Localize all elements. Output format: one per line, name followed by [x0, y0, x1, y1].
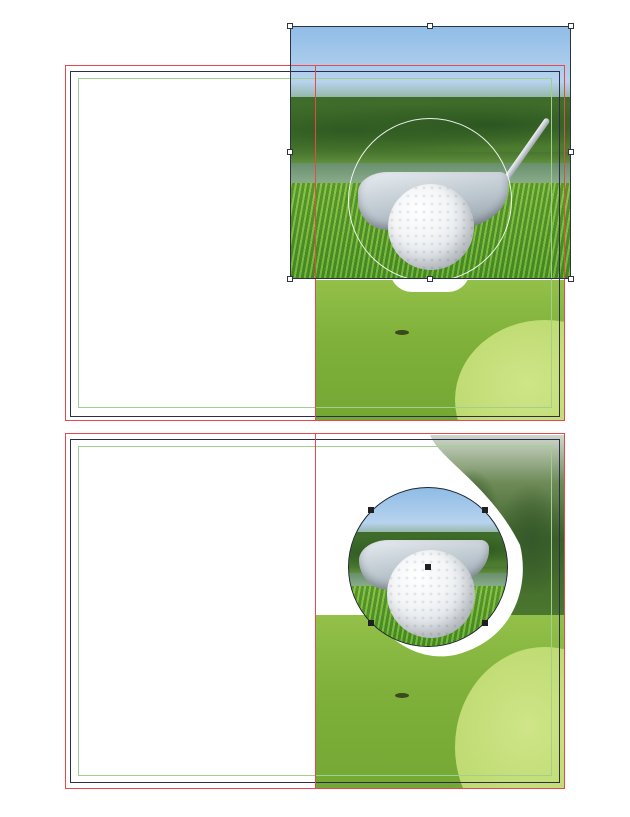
spread-bottom — [0, 425, 630, 817]
selection-handle-icon[interactable] — [482, 620, 488, 626]
selection-frame-top[interactable] — [290, 26, 571, 279]
selection-handle-icon[interactable] — [287, 149, 293, 155]
selection-handle-icon[interactable] — [287, 276, 293, 282]
selection-handle-icon[interactable] — [568, 149, 574, 155]
center-point-icon[interactable] — [425, 564, 431, 570]
selection-handle-icon[interactable] — [568, 23, 574, 29]
selection-handle-icon[interactable] — [368, 507, 374, 513]
fold-guide-bottom — [315, 433, 316, 789]
spread-top — [0, 0, 630, 425]
selection-handle-icon[interactable] — [568, 276, 574, 282]
selection-handle-icon[interactable] — [287, 23, 293, 29]
selection-handle-icon[interactable] — [427, 23, 433, 29]
selection-handle-icon[interactable] — [427, 276, 433, 282]
selection-handle-icon[interactable] — [482, 507, 488, 513]
selection-handle-icon[interactable] — [368, 620, 374, 626]
